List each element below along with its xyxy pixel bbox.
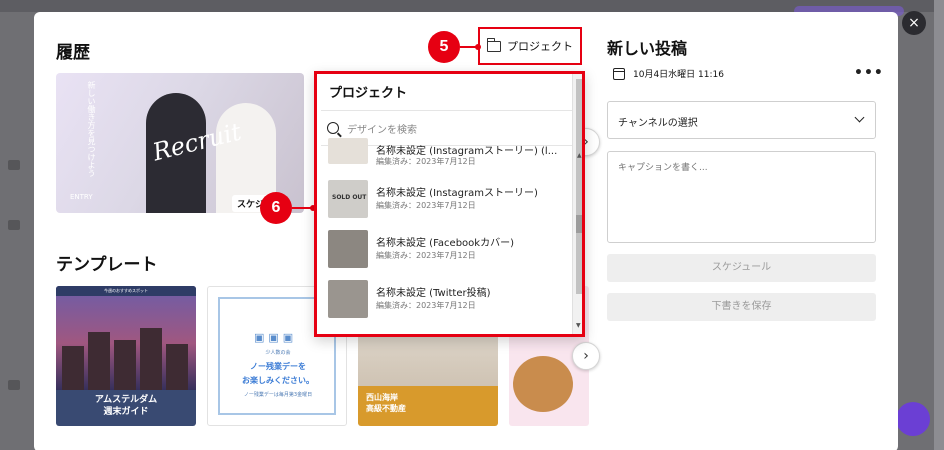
- project-button[interactable]: プロジェクト: [478, 27, 582, 65]
- folder-icon: [486, 37, 501, 52]
- dropdown-title: プロジェクト: [329, 85, 408, 100]
- thumbnail-text: SOLD OUT: [332, 194, 367, 201]
- scrollbar-track: [576, 79, 582, 294]
- template-title-line: 高級不動産: [366, 404, 406, 413]
- post-panel-title: 新しい投稿: [607, 41, 688, 58]
- design-name: 名称未設定 (Facebookカバー): [376, 238, 514, 249]
- chevron-right-icon: ›: [583, 348, 589, 364]
- save-draft-button[interactable]: 下書きを保存: [607, 293, 876, 321]
- channel-select[interactable]: チャンネルの選択: [607, 101, 876, 139]
- caption-input[interactable]: [607, 151, 876, 243]
- close-button[interactable]: ×: [902, 11, 926, 35]
- design-thumbnail: [328, 280, 368, 318]
- scroll-down-icon[interactable]: ▼: [576, 322, 581, 329]
- templates-next-button[interactable]: ›: [572, 342, 600, 370]
- background-sidebar: [0, 40, 32, 450]
- design-edited-date: 編集済み：2023年7月12日: [376, 301, 476, 310]
- template-title-line: 西山海岸: [366, 393, 398, 402]
- card-vertical-text: 新しい働き方を見つけよう: [87, 81, 96, 177]
- design-edited-date: 編集済み：2023年7月12日: [376, 251, 476, 260]
- project-dropdown: プロジェクト デザインを検索 名称未設定 (Instagramストーリー) (l…: [314, 71, 585, 337]
- design-edited-date: 編集済み：2023年7月12日: [376, 157, 476, 166]
- more-icon[interactable]: •••: [854, 65, 884, 81]
- callout-badge-6: 6: [260, 192, 292, 224]
- card-entry-label: ENTRY: [70, 193, 93, 201]
- template-header: 今週のおすすめスポット: [56, 286, 196, 296]
- design-list-item[interactable]: SOLD OUT 名称未設定 (Instagramストーリー) 編集済み：202…: [317, 174, 567, 224]
- templates-title: テンプレート: [56, 255, 158, 274]
- search-icon: [327, 122, 339, 134]
- design-thumbnail: [328, 230, 368, 268]
- channel-select-label: チャンネルの選択: [618, 118, 698, 129]
- design-name: 名称未設定 (Twitter投稿): [376, 288, 491, 299]
- search-placeholder: デザインを検索: [347, 124, 417, 136]
- history-design-card[interactable]: 新しい働き方を見つけよう Recruit ENTRY スケジ: [56, 73, 304, 213]
- history-title: 履歴: [56, 43, 90, 62]
- project-button-label: プロジェクト: [507, 40, 573, 53]
- design-list: 名称未設定 (Instagramストーリー) (l... 編集済み：2023年7…: [317, 138, 567, 324]
- scroll-up-icon[interactable]: ▲: [577, 152, 582, 159]
- design-list-item[interactable]: 名称未設定 (Facebookカバー) 編集済み：2023年7月12日: [317, 224, 567, 274]
- design-list-item[interactable]: 名称未設定 (Twitter投稿) 編集済み：2023年7月12日: [317, 274, 567, 324]
- template-photo: [513, 356, 573, 412]
- template-title-line: ノー残業デーを: [250, 362, 306, 371]
- post-datetime-text: 10月4日水曜日 11:16: [633, 70, 724, 80]
- design-name: 名称未設定 (Instagramストーリー) (l...: [376, 146, 558, 157]
- schedule-button[interactable]: スケジュール: [607, 254, 876, 282]
- design-name: 名称未設定 (Instagramストーリー): [376, 188, 538, 199]
- scrollbar-thumb[interactable]: [576, 215, 582, 233]
- briefcase-icon: ▣▣▣: [254, 331, 298, 344]
- dropdown-scrollbar[interactable]: ▲ ▼: [572, 74, 582, 334]
- design-thumbnail: SOLD OUT: [328, 180, 368, 218]
- callout-dot: [475, 44, 481, 50]
- background-help-button: [896, 402, 930, 436]
- template-small-text: ノー残業デーは毎月第3金曜日: [243, 392, 313, 398]
- calendar-icon: [613, 67, 625, 80]
- post-datetime[interactable]: 10月4日水曜日 11:16: [613, 67, 724, 80]
- design-edited-date: 編集済み：2023年7月12日: [376, 201, 476, 210]
- design-thumbnail: [328, 138, 368, 164]
- template-title-line: 週末ガイド: [103, 407, 149, 417]
- chevron-down-icon: [854, 112, 865, 123]
- template-title-line: お楽しみください。: [242, 376, 314, 385]
- template-card-amsterdam[interactable]: 今週のおすすめスポット アムステルダム 週末ガイド: [56, 286, 196, 426]
- template-small-text: 少人数の会: [265, 350, 291, 356]
- close-icon: ×: [908, 15, 920, 31]
- background-scrollbar: [934, 0, 944, 450]
- callout-badge-5: 5: [428, 31, 460, 63]
